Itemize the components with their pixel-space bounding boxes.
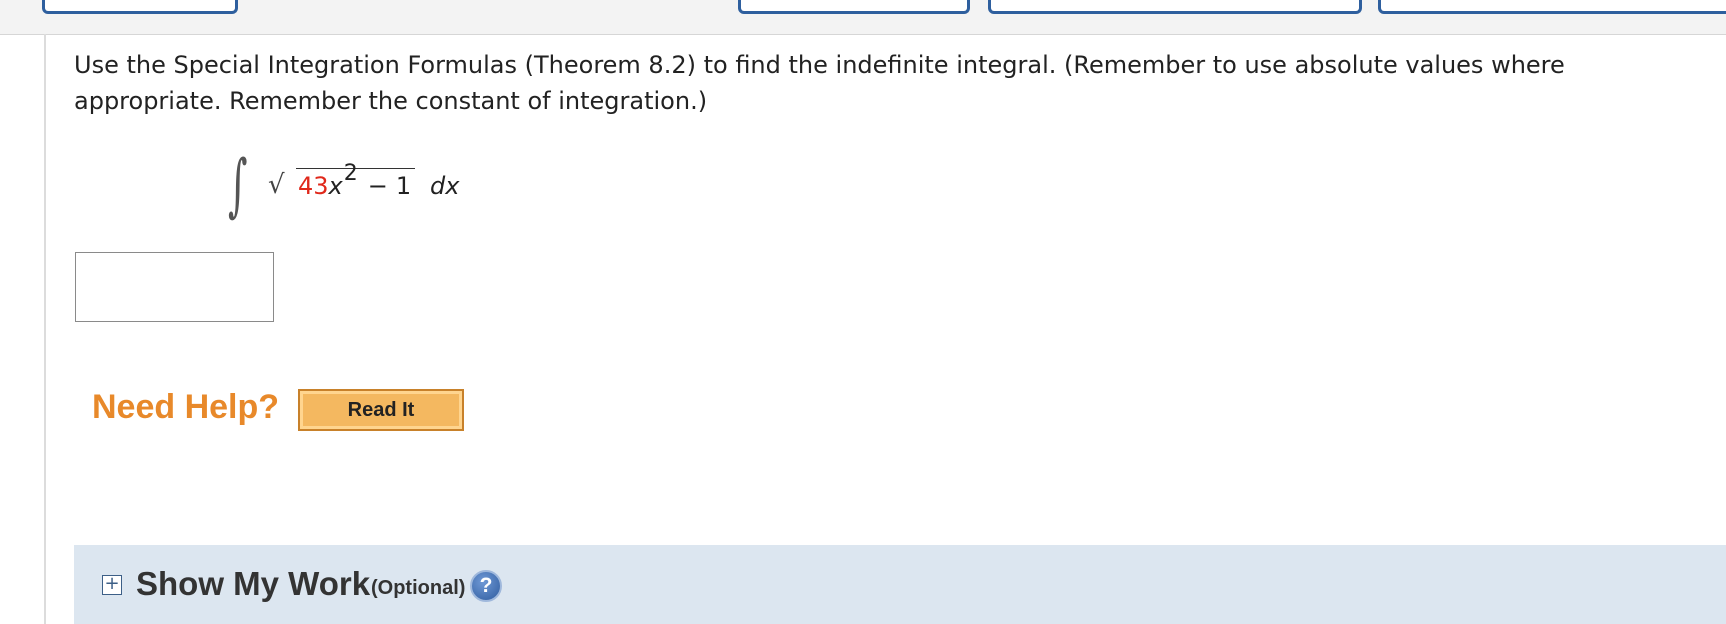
coefficient: 43 <box>298 172 329 200</box>
differential: dx <box>430 172 460 200</box>
show-my-work-title[interactable]: Show My Work <box>136 565 370 603</box>
integral-symbol: ∫ <box>228 146 248 225</box>
show-my-work-panel: + Show My Work (Optional) ? <box>74 545 1726 624</box>
radicand: 43x2−1 <box>296 161 416 200</box>
integral-expression: ∫ √ 43x2−1 dx <box>228 146 488 230</box>
toolbar-tab-1[interactable] <box>42 0 238 14</box>
optional-label: (Optional) <box>371 577 466 599</box>
top-toolbar <box>0 0 1726 35</box>
answer-input[interactable] <box>75 252 274 322</box>
assignment-page: Use the Special Integration Formulas (Th… <box>0 0 1726 624</box>
toolbar-tab-2[interactable] <box>738 0 970 14</box>
left-divider <box>44 34 46 624</box>
read-it-button[interactable]: Read It <box>298 389 464 431</box>
question-prompt: Use the Special Integration Formulas (Th… <box>74 51 1565 115</box>
toolbar-tab-4[interactable] <box>1378 0 1726 14</box>
constant-term: 1 <box>395 172 412 200</box>
variable: x <box>328 172 343 200</box>
exponent: 2 <box>343 161 358 186</box>
question-circle-icon[interactable]: ? <box>470 570 502 602</box>
radical-symbol: √ <box>268 170 285 200</box>
need-help-label: Need Help? <box>92 388 280 426</box>
plus-square-icon[interactable]: + <box>102 575 122 595</box>
toolbar-tab-3[interactable] <box>988 0 1362 14</box>
minus-sign: − <box>367 172 388 200</box>
